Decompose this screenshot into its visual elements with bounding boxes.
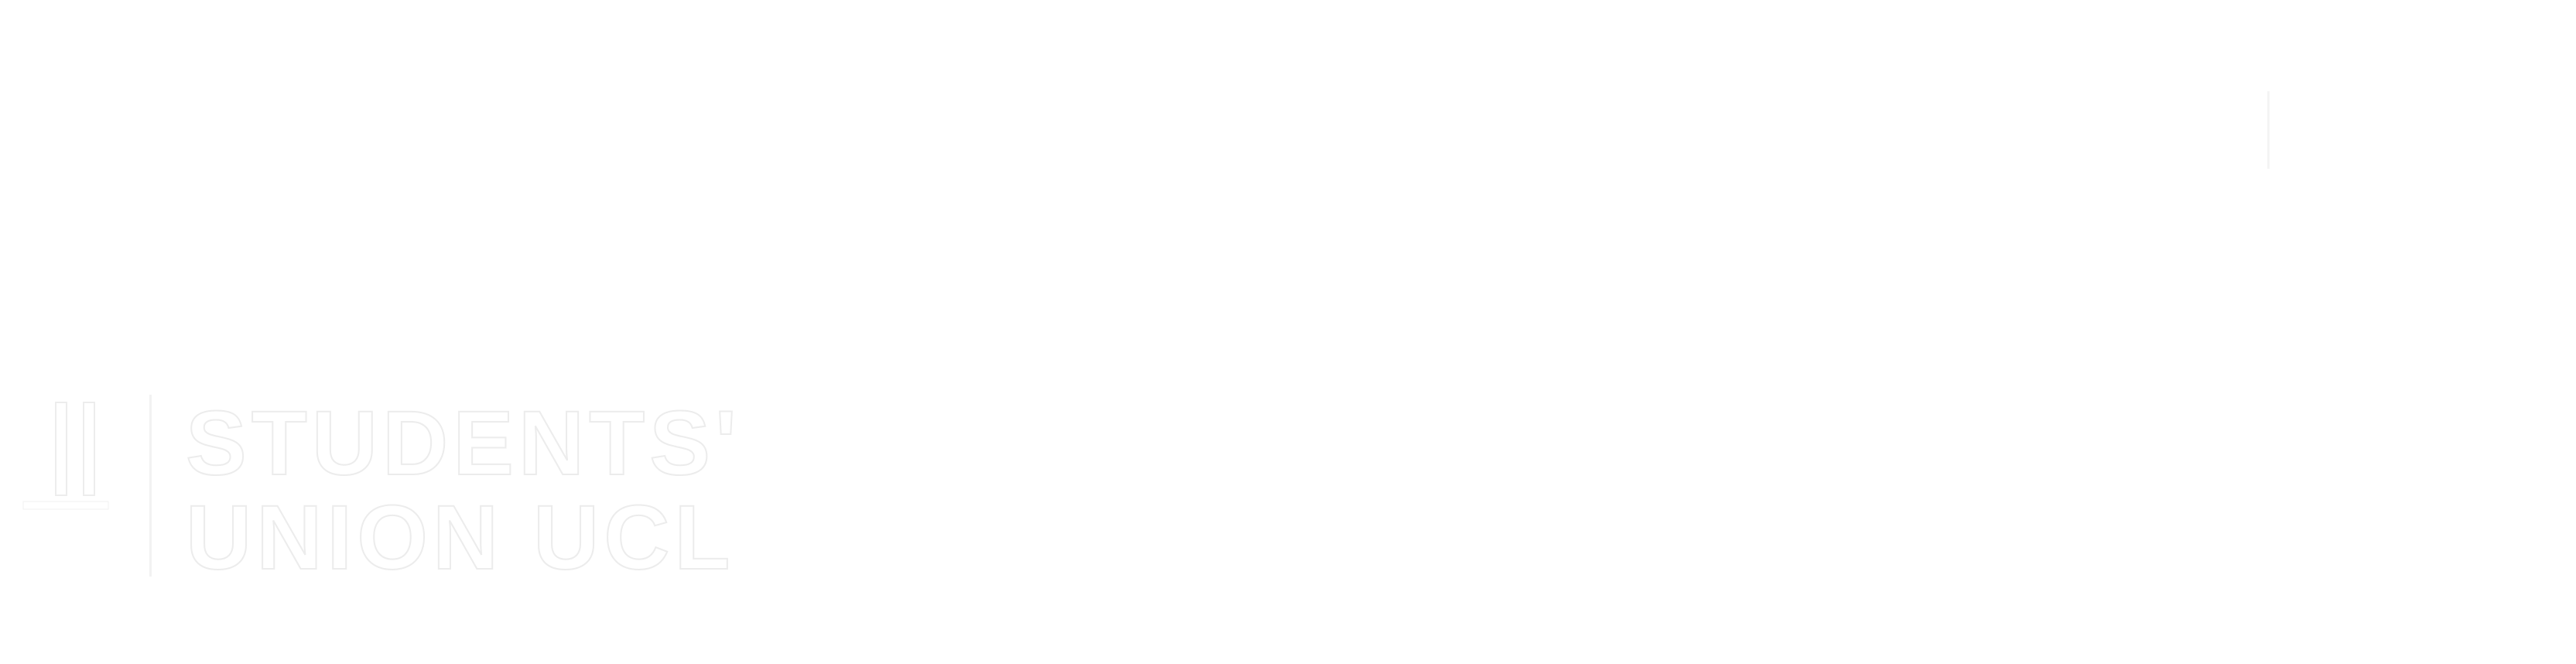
logo-line-1: STUDENTS' <box>185 392 741 495</box>
logo-wordmark: STUDENTS' UNION UCL <box>185 392 741 589</box>
logo-emblem-icon <box>22 402 109 510</box>
logo-line-2: UNION UCL <box>185 487 735 589</box>
page-canvas: STUDENTS' UNION UCL <box>0 0 2576 664</box>
decorative-divider <box>2267 91 2270 169</box>
students-union-logo: STUDENTS' UNION UCL <box>8 387 766 586</box>
logo-divider <box>149 395 152 577</box>
